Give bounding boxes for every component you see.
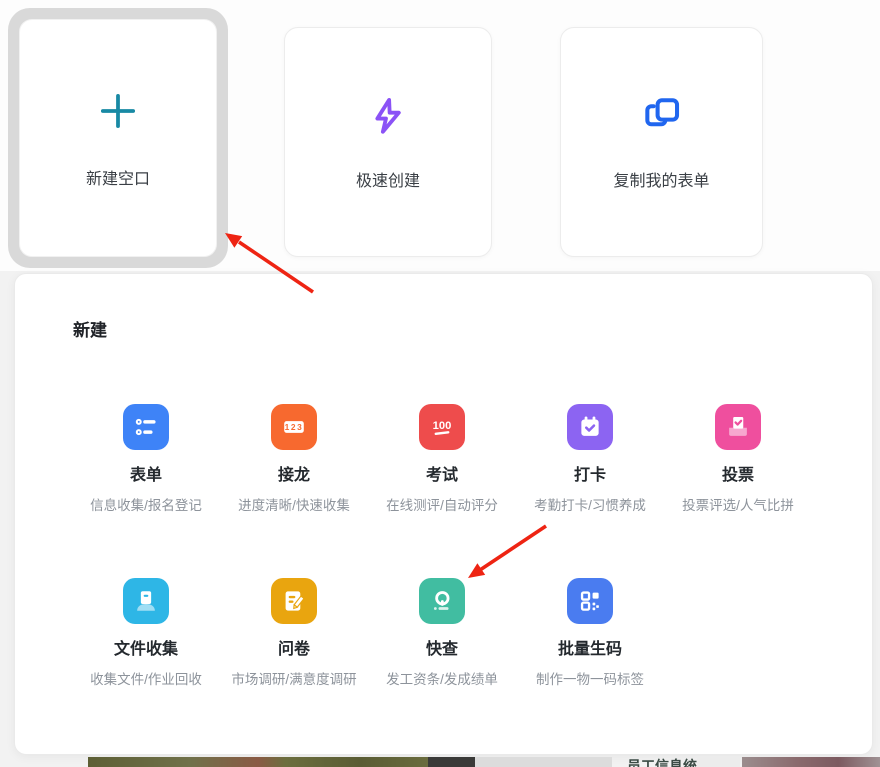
template-subtitle: 考勤打卡/习惯养成 (534, 494, 646, 514)
template-subtitle: 收集文件/作业回收 (90, 668, 202, 688)
template-label: 打卡 (574, 461, 606, 485)
template-item-form[interactable]: 表单 信息收集/报名登记 (72, 404, 220, 514)
template-subtitle: 制作一物一码标签 (536, 668, 644, 688)
template-item-vote[interactable]: 投票 投票评选/人气比拼 (664, 404, 812, 514)
svg-text:100: 100 (433, 420, 452, 432)
copy-icon (640, 94, 684, 143)
new-template-panel: 新建 表单 信息收集/报名登记 123 接龙 进度清 (14, 273, 873, 755)
template-subtitle: 信息收集/报名登记 (90, 494, 202, 514)
template-label: 批量生码 (558, 635, 622, 659)
card-new-blank-label: 新建空口 (86, 165, 150, 189)
plus-icon (95, 88, 141, 139)
template-item-file-collect[interactable]: 文件收集 收集文件/作业回收 (72, 578, 220, 688)
form-list-icon (123, 404, 169, 450)
exam-100-icon: 100 (419, 404, 465, 450)
template-row-1: 表单 信息收集/报名登记 123 接龙 进度清晰/快速收集 100 考试 在线测… (72, 404, 812, 514)
card-new-blank-body: 新建空口 (19, 19, 217, 257)
template-item-exam[interactable]: 100 考试 在线测评/自动评分 (368, 404, 516, 514)
checkin-calendar-icon (567, 404, 613, 450)
svg-text:123: 123 (285, 422, 304, 432)
card-copy-form-label: 复制我的表单 (613, 167, 709, 191)
template-subtitle: 发工资条/发成绩单 (386, 668, 498, 688)
bottom-thumbnail-maroon (742, 757, 880, 767)
template-row-2: 文件收集 收集文件/作业回收 问卷 市场调研/满意度调研 (72, 578, 664, 688)
template-subtitle: 进度清晰/快速收集 (238, 494, 350, 514)
template-label: 考试 (426, 461, 458, 485)
template-label: 文件收集 (114, 635, 178, 659)
template-item-survey[interactable]: 问卷 市场调研/满意度调研 (220, 578, 368, 688)
template-subtitle: 在线测评/自动评分 (386, 494, 498, 514)
template-item-sequence[interactable]: 123 接龙 进度清晰/快速收集 (220, 404, 368, 514)
template-label: 表单 (130, 461, 162, 485)
template-label: 问卷 (278, 635, 310, 659)
bottom-thumbnail-light (475, 757, 612, 767)
card-quick-create-label: 极速创建 (356, 167, 420, 191)
card-copy-form[interactable]: 复制我的表单 (560, 27, 763, 257)
panel-title: 新建 (73, 316, 107, 341)
file-collect-icon (123, 578, 169, 624)
bottom-thumbnail-field (88, 757, 428, 767)
template-label: 投票 (722, 461, 754, 485)
lightning-icon (366, 94, 410, 143)
template-subtitle: 投票评选/人气比拼 (682, 494, 794, 514)
quick-search-icon (419, 578, 465, 624)
template-subtitle: 市场调研/满意度调研 (231, 668, 356, 688)
template-item-batch-qr[interactable]: 批量生码 制作一物一码标签 (516, 578, 664, 688)
template-label: 快查 (426, 635, 458, 659)
bottom-thumbnail-dark (428, 757, 475, 767)
template-item-quick-check[interactable]: 快查 发工资条/发成绩单 (368, 578, 516, 688)
vote-ballot-icon (715, 404, 761, 450)
card-new-blank[interactable]: 新建空口 (8, 8, 228, 268)
sequence-123-icon: 123 (271, 404, 317, 450)
bottom-thumbnail-light-2 (697, 757, 740, 767)
card-quick-create[interactable]: 极速创建 (284, 27, 492, 257)
template-item-checkin[interactable]: 打卡 考勤打卡/习惯养成 (516, 404, 664, 514)
survey-pencil-icon (271, 578, 317, 624)
template-label: 接龙 (278, 461, 310, 485)
batch-qr-icon (567, 578, 613, 624)
